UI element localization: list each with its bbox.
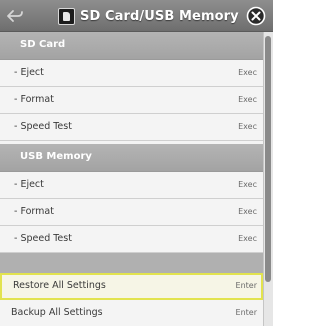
- section-header-sd-card: SD Card: [0, 32, 263, 60]
- title-bar: SD Card/USB Memory: [0, 0, 273, 32]
- window-title: SD Card/USB Memory: [80, 9, 239, 24]
- sd-eject-label: - Eject: [14, 67, 44, 78]
- usb-format-label: - Format: [14, 206, 54, 217]
- back-arrow-icon[interactable]: [6, 8, 24, 24]
- usb-eject-label: - Eject: [14, 179, 44, 190]
- sd-card-icon: [58, 8, 75, 25]
- backup-all-settings-action[interactable]: Enter: [236, 308, 257, 317]
- sd-format-row[interactable]: - Format Exec: [0, 87, 263, 114]
- sd-speed-test-row[interactable]: - Speed Test Exec: [0, 114, 263, 141]
- sd-format-action[interactable]: Exec: [238, 95, 257, 104]
- sd-eject-row[interactable]: - Eject Exec: [0, 60, 263, 87]
- usb-format-action[interactable]: Exec: [238, 207, 257, 216]
- usb-eject-row[interactable]: - Eject Exec: [0, 172, 263, 199]
- usb-eject-action[interactable]: Exec: [238, 180, 257, 189]
- sd-speed-test-label: - Speed Test: [14, 121, 72, 132]
- sd-speed-test-action[interactable]: Exec: [238, 122, 257, 131]
- title-group: SD Card/USB Memory: [58, 7, 239, 26]
- usb-speed-test-label: - Speed Test: [14, 233, 72, 244]
- sd-usb-panel: SD Card/USB Memory SD Card - Eject Exec …: [0, 0, 273, 326]
- sd-eject-action[interactable]: Exec: [238, 68, 257, 77]
- section-divider: [0, 253, 263, 273]
- close-icon[interactable]: [246, 6, 266, 26]
- restore-all-settings-action[interactable]: Enter: [236, 281, 257, 290]
- backup-all-settings-row[interactable]: Backup All Settings Enter: [0, 300, 263, 326]
- section-header-usb-memory: USB Memory: [0, 144, 263, 172]
- usb-format-row[interactable]: - Format Exec: [0, 199, 263, 226]
- restore-all-settings-label: Restore All Settings: [13, 280, 106, 291]
- scrollbar-thumb[interactable]: [265, 36, 271, 282]
- usb-speed-test-row[interactable]: - Speed Test Exec: [0, 226, 263, 253]
- sd-format-label: - Format: [14, 94, 54, 105]
- usb-speed-test-action[interactable]: Exec: [238, 234, 257, 243]
- restore-all-settings-row[interactable]: Restore All Settings Enter: [0, 273, 263, 300]
- backup-all-settings-label: Backup All Settings: [11, 307, 103, 318]
